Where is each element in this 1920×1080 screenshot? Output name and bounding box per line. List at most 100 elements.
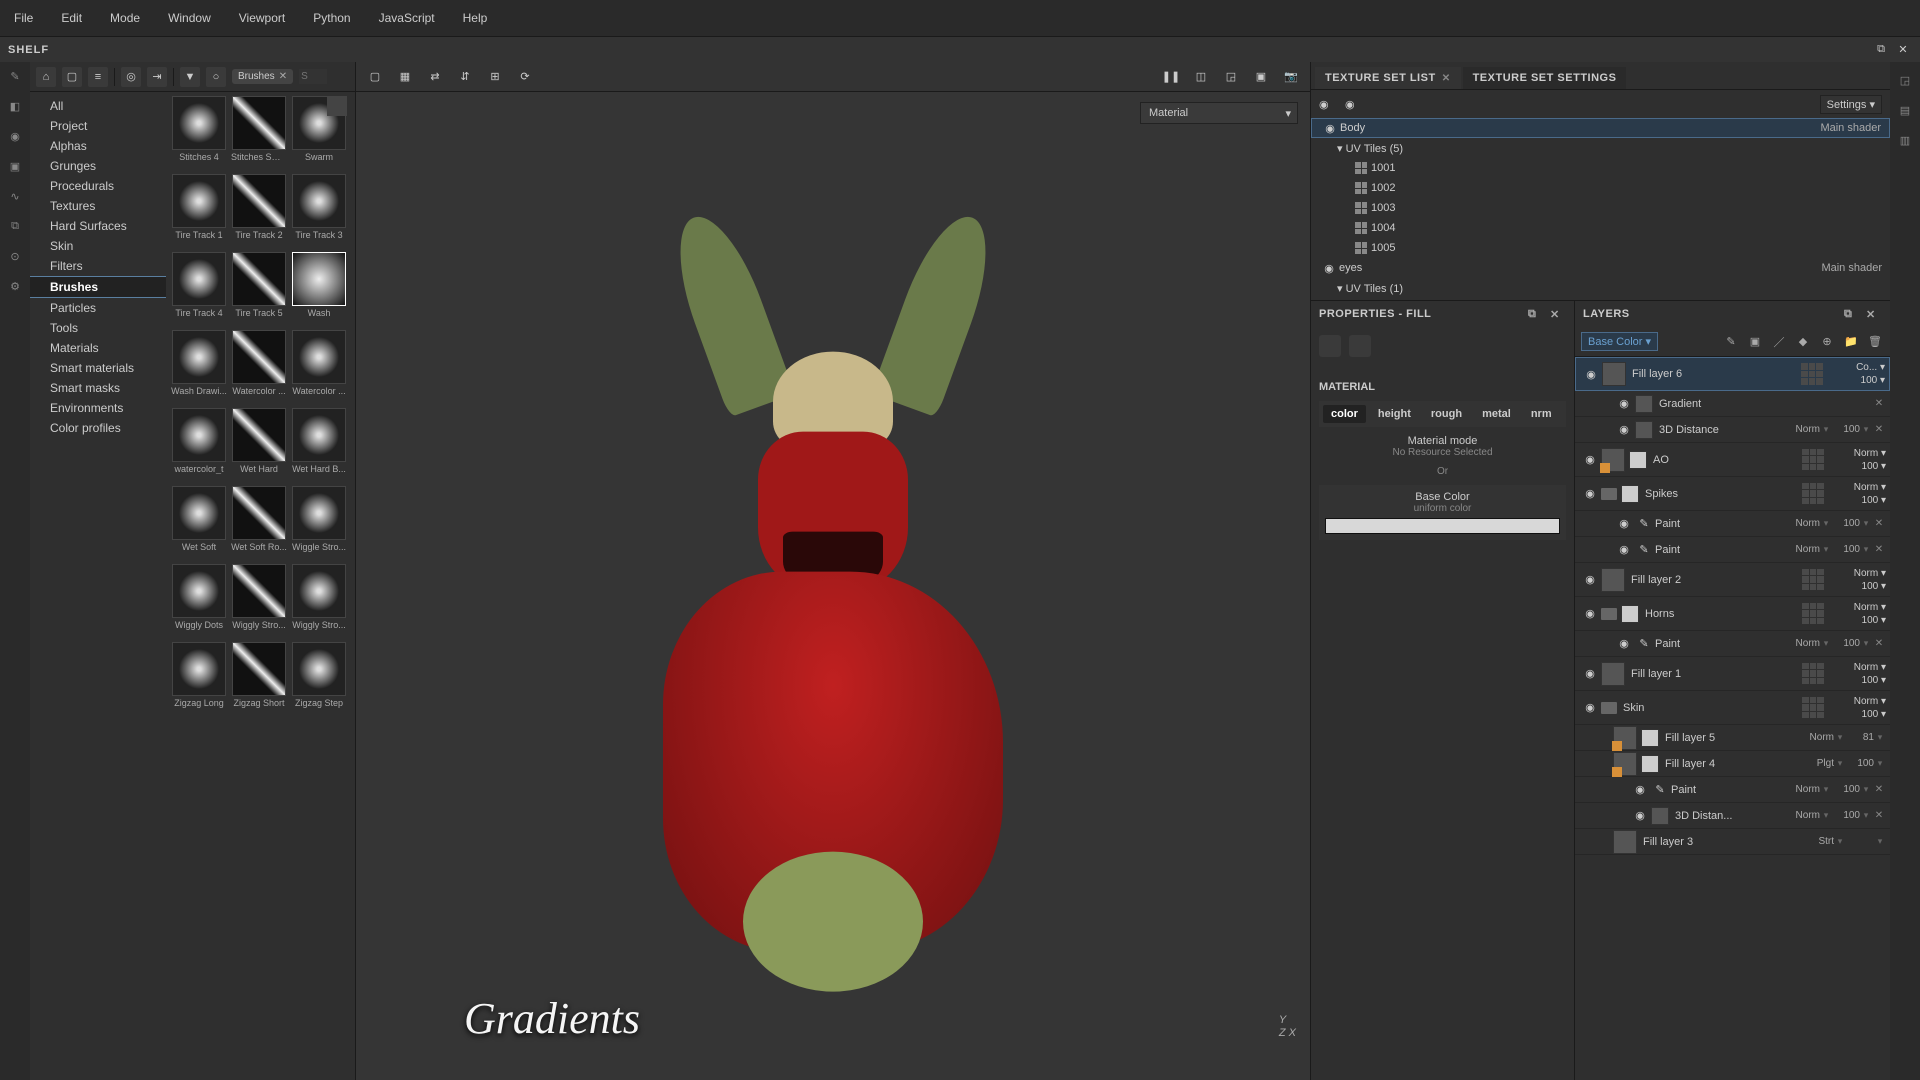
filter-icon[interactable]: ▼ [180,67,200,87]
channel-metal[interactable]: metal [1474,405,1519,423]
visibility-icon[interactable]: ◉ [1320,122,1340,135]
effect-visibility-icon[interactable]: ◉ [1629,809,1651,822]
add-mask-icon[interactable]: ▣ [1746,333,1764,351]
shelf-close-icon[interactable]: ✕ [1894,41,1912,59]
layer-name[interactable]: Skin [1621,702,1802,714]
remove-effect-icon[interactable]: ✕ [1872,638,1886,649]
remove-effect-icon[interactable]: ✕ [1872,518,1886,529]
layer-visibility-icon[interactable]: ◉ [1579,453,1601,466]
search-icon[interactable]: ○ [206,67,226,87]
opacity-value[interactable]: 100 ▾ [1862,614,1886,627]
blend-mode[interactable]: Strt [1792,836,1834,847]
blend-mode[interactable]: Norm ▾ [1854,695,1886,708]
opacity-value[interactable]: 100 [1832,638,1860,649]
search-input[interactable] [299,69,327,84]
uv-grid-icon[interactable] [1802,449,1824,471]
tab-texture-set-settings[interactable]: TEXTURE SET SETTINGS [1463,67,1627,89]
brush-tool-icon[interactable]: ✎ [5,66,25,86]
mask-thumbnail[interactable] [1641,755,1659,773]
layer-name[interactable]: Fill layer 3 [1641,836,1792,848]
material-mode-value[interactable]: No Resource Selected [1319,447,1566,458]
grid-size-icon[interactable] [327,96,347,116]
brush-item[interactable]: Watercolor ... [290,330,348,406]
brush-item[interactable]: Tire Track 3 [290,174,348,250]
brush-item[interactable]: Tire Track 1 [170,174,228,250]
brush-item[interactable]: Wet Hard [230,408,288,484]
layer-visibility-icon[interactable]: ◉ [1579,701,1601,714]
add-folder-icon[interactable]: 📁 [1842,333,1860,351]
layer-row[interactable]: ◉HornsNorm ▾100 ▾ [1575,597,1890,631]
opacity-value[interactable]: 100 ▾ [1862,708,1886,721]
menu-mode[interactable]: Mode [104,7,146,29]
close-icon[interactable]: ✕ [1550,308,1566,321]
uv-grid-icon[interactable] [1801,363,1823,385]
shelf-category-materials[interactable]: Materials [30,338,166,358]
color-swatch[interactable] [1325,518,1560,534]
mask-thumbnail[interactable] [1621,605,1639,623]
layer-name[interactable]: Horns [1643,608,1802,620]
opacity-value[interactable]: 100 ▾ [1862,460,1886,473]
smudge-tool-icon[interactable]: ∿ [5,186,25,206]
uv-grid-icon[interactable] [1802,569,1824,591]
layer-row[interactable]: ◉3D Distan...Norm▾100▾✕ [1575,803,1890,829]
brush-item[interactable]: Wiggly Stro... [290,564,348,640]
blend-mode[interactable]: Plgt [1792,758,1834,769]
shelf-category-alphas[interactable]: Alphas [30,136,166,156]
shelf-category-environments[interactable]: Environments [30,398,166,418]
layer-thumbnail[interactable] [1601,662,1625,686]
shelf-category-color-profiles[interactable]: Color profiles [30,418,166,438]
add-smart-icon[interactable]: ⊕ [1818,333,1836,351]
brush-item[interactable]: Wash Drawi... [170,330,228,406]
brush-item[interactable]: Wiggle Stro... [290,486,348,562]
menu-javascript[interactable]: JavaScript [373,7,441,29]
layer-name[interactable]: Gradient [1657,398,1872,410]
channel-height[interactable]: height [1370,405,1419,423]
search-tag[interactable]: Brushes ✕ [232,69,293,84]
layer-row[interactable]: ◉3D DistanceNorm▾100▾✕ [1575,417,1890,443]
blend-mode[interactable]: Norm ▾ [1854,447,1886,460]
layer-name[interactable]: Fill layer 4 [1663,758,1792,770]
brush-item[interactable]: Wiggly Dots [170,564,228,640]
blend-mode[interactable]: Norm ▾ [1854,601,1886,614]
fill-tool-icon[interactable]: ▣ [5,156,25,176]
shelf-category-hard-surfaces[interactable]: Hard Surfaces [30,216,166,236]
layer-name[interactable]: Fill layer 5 [1663,732,1792,744]
uv-tile[interactable]: 1002 [1311,178,1890,198]
layer-thumbnail[interactable] [1613,752,1637,776]
brush-item[interactable]: Wash [290,252,348,328]
menu-edit[interactable]: Edit [55,7,88,29]
brush-item[interactable]: Zigzag Step [290,642,348,718]
mask-thumbnail[interactable] [1621,485,1639,503]
add-view-icon[interactable]: ⊞ [484,66,506,88]
remove-effect-icon[interactable]: ✕ [1872,544,1886,555]
menu-help[interactable]: Help [457,7,494,29]
uv-tile[interactable]: 1003 [1311,198,1890,218]
opacity-value[interactable]: 100 ▾ [1862,494,1886,507]
layer-name[interactable]: Paint [1653,518,1778,530]
add-paint-layer-icon[interactable]: ／ [1770,333,1788,351]
clone-tool-icon[interactable]: ⧉ [5,216,25,236]
tab-texture-set-list[interactable]: TEXTURE SET LIST ✕ [1315,67,1461,89]
layer-name[interactable]: Paint [1653,638,1778,650]
blend-mode[interactable]: Norm ▾ [1854,481,1886,494]
opacity-value[interactable]: 100 [1832,544,1860,555]
effect-visibility-icon[interactable]: ◉ [1613,517,1635,530]
blend-mode[interactable]: Co... ▾ [1856,361,1885,374]
layer-name[interactable]: Spikes [1643,488,1802,500]
perspective-icon[interactable]: ◫ [1190,66,1212,88]
channel-nrm[interactable]: nrm [1523,405,1560,423]
shelf-category-all[interactable]: All [30,96,166,116]
shelf-undock-icon[interactable]: ⧉ [1872,41,1890,59]
close-icon[interactable]: ✕ [1866,308,1882,321]
opacity-value[interactable]: 100 [1832,518,1860,529]
layer-name[interactable]: Paint [1669,784,1778,796]
material-dropdown[interactable]: Material [1140,102,1298,124]
effect-visibility-icon[interactable]: ◉ [1613,397,1635,410]
camera-icon[interactable]: ▣ [1250,66,1272,88]
layer-name[interactable]: Fill layer 2 [1629,574,1802,586]
layer-row[interactable]: Fill layer 4Plgt▾100▾ [1575,751,1890,777]
brush-item[interactable]: Wet Soft Ro... [230,486,288,562]
uv-grid-icon[interactable] [1802,483,1824,505]
layer-name[interactable]: Paint [1653,544,1778,556]
brush-item[interactable]: Tire Track 4 [170,252,228,328]
